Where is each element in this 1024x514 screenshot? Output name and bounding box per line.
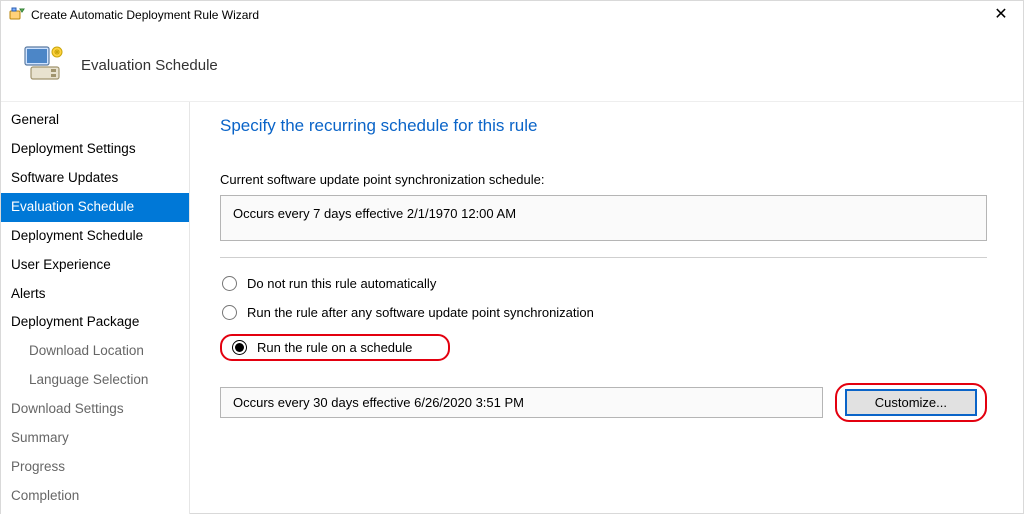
sidebar-item-label: Alerts [11, 286, 46, 301]
sidebar-item-download-settings[interactable]: Download Settings [1, 395, 189, 424]
sidebar-item-label: Language Selection [29, 372, 148, 387]
sidebar-item-label: Deployment Schedule [11, 228, 143, 243]
close-button[interactable]: ✕ [987, 3, 1015, 27]
sync-schedule-value: Occurs every 7 days effective 2/1/1970 1… [233, 206, 516, 221]
sidebar-item-label: Software Updates [11, 170, 118, 185]
schedule-row: Occurs every 30 days effective 6/26/2020… [220, 383, 987, 422]
sidebar-item-summary[interactable]: Summary [1, 424, 189, 453]
radio-on-schedule-input[interactable] [232, 340, 247, 355]
radio-do-not-run-label: Do not run this rule automatically [247, 276, 436, 291]
radio-do-not-run[interactable]: Do not run this rule automatically [220, 276, 987, 291]
sidebar-item-label: Deployment Package [11, 314, 139, 329]
sidebar-item-language-selection[interactable]: Language Selection [1, 366, 189, 395]
sidebar-item-deployment-schedule[interactable]: Deployment Schedule [1, 222, 189, 251]
sidebar-item-label: Completion [11, 488, 79, 503]
sidebar-item-label: User Experience [11, 257, 111, 272]
sidebar-item-label: Download Location [29, 343, 144, 358]
radio-do-not-run-input[interactable] [222, 276, 237, 291]
sidebar-item-software-updates[interactable]: Software Updates [1, 164, 189, 193]
annotation-highlight-selected-radio: Run the rule on a schedule [220, 334, 450, 361]
sidebar-item-download-location[interactable]: Download Location [1, 337, 189, 366]
wizard-title-icon [9, 7, 25, 23]
sidebar-item-label: Deployment Settings [11, 141, 136, 156]
sidebar-item-progress[interactable]: Progress [1, 453, 189, 482]
customize-button[interactable]: Customize... [845, 389, 977, 416]
radio-after-sync-input[interactable] [222, 305, 237, 320]
custom-schedule-box: Occurs every 30 days effective 6/26/2020… [220, 387, 823, 418]
banner-title: Evaluation Schedule [81, 57, 218, 74]
sidebar-item-label: Download Settings [11, 401, 124, 416]
computer-icon [19, 41, 67, 89]
separator [220, 257, 987, 258]
sidebar-item-completion[interactable]: Completion [1, 482, 189, 511]
wizard-window: Create Automatic Deployment Rule Wizard … [0, 0, 1024, 514]
sidebar-item-general[interactable]: General [1, 106, 189, 135]
titlebar: Create Automatic Deployment Rule Wizard … [1, 1, 1023, 29]
sidebar-item-deployment-settings[interactable]: Deployment Settings [1, 135, 189, 164]
wizard-sidebar: General Deployment Settings Software Updat… [1, 102, 190, 514]
window-title: Create Automatic Deployment Rule Wizard [31, 8, 987, 22]
wizard-content: Specify the recurring schedule for this … [190, 102, 1023, 514]
sidebar-item-deployment-package[interactable]: Deployment Package [1, 308, 189, 337]
radio-on-schedule-label: Run the rule on a schedule [257, 340, 412, 355]
radio-after-sync[interactable]: Run the rule after any software update p… [220, 305, 987, 320]
sidebar-item-label: Evaluation Schedule [11, 199, 134, 214]
radio-on-schedule[interactable]: Run the rule on a schedule [230, 340, 440, 355]
annotation-highlight-customize: Customize... [835, 383, 987, 422]
sidebar-item-user-experience[interactable]: User Experience [1, 251, 189, 280]
custom-schedule-value: Occurs every 30 days effective 6/26/2020… [233, 395, 524, 410]
sync-schedule-box: Occurs every 7 days effective 2/1/1970 1… [220, 195, 987, 241]
sidebar-item-label: Summary [11, 430, 69, 445]
sync-schedule-label: Current software update point synchroniz… [220, 172, 987, 187]
sidebar-item-label: General [11, 112, 59, 127]
radio-after-sync-label: Run the rule after any software update p… [247, 305, 594, 320]
page-heading: Specify the recurring schedule for this … [220, 116, 987, 136]
sidebar-item-alerts[interactable]: Alerts [1, 280, 189, 309]
sidebar-item-evaluation-schedule[interactable]: Evaluation Schedule [1, 193, 189, 222]
sidebar-item-label: Progress [11, 459, 65, 474]
wizard-banner: Evaluation Schedule [1, 29, 1023, 102]
